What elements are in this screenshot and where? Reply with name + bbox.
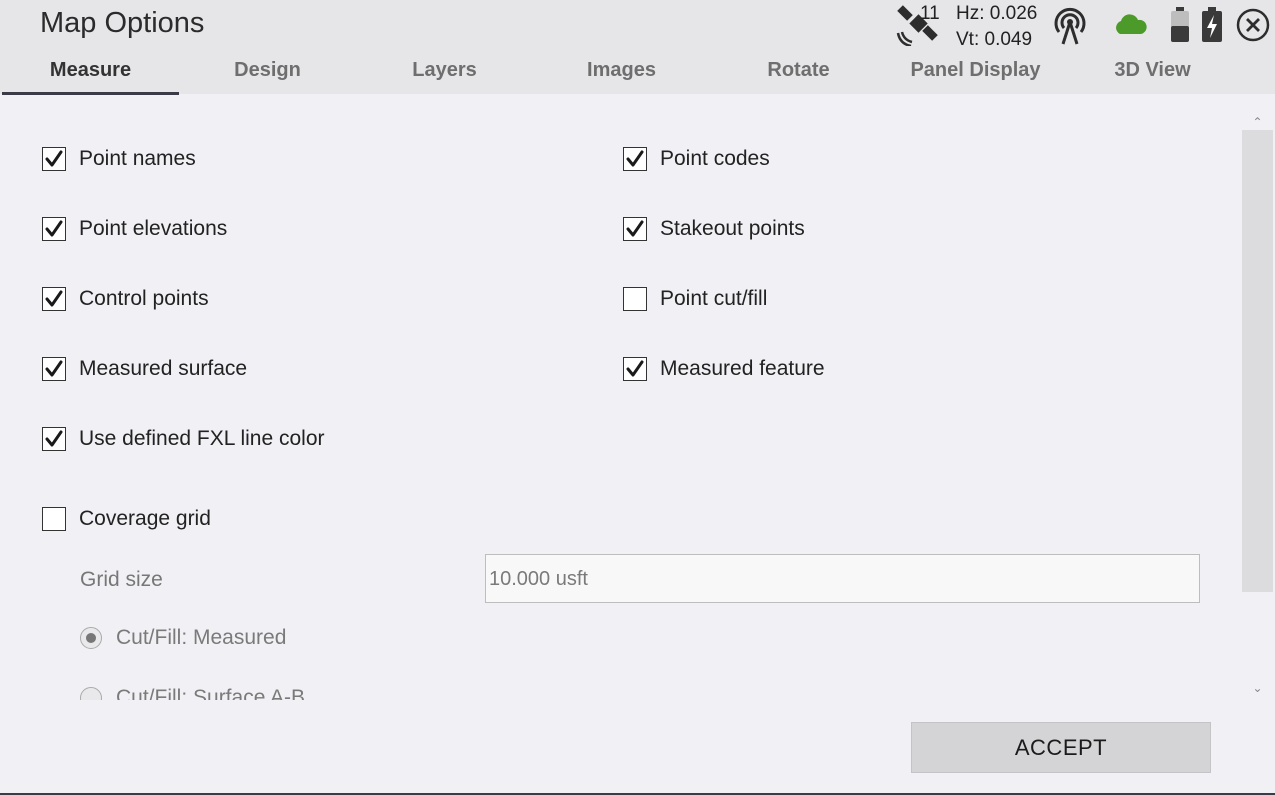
options-panel: Point names Point codes Point elevations… <box>0 94 1240 700</box>
checkbox[interactable] <box>623 217 647 241</box>
close-icon[interactable] <box>1236 8 1270 42</box>
precision-readout: Hz: 0.026 Vt: 0.049 <box>956 1 1037 53</box>
tab-rotate[interactable]: Rotate <box>710 50 887 92</box>
radio-button[interactable] <box>80 687 102 700</box>
hz-precision: Hz: 0.026 <box>956 3 1038 24</box>
tab-3d-view[interactable]: 3D View <box>1064 50 1241 92</box>
checkbox[interactable] <box>42 427 66 451</box>
option-stakeout-points[interactable]: Stakeout points <box>623 214 805 244</box>
radio-label: Cut/Fill: Surface A-B <box>116 686 306 700</box>
option-coverage-grid[interactable]: Coverage grid <box>42 504 211 534</box>
vertical-scrollbar[interactable]: ⌃ ⌄ <box>1242 114 1273 698</box>
top-bar: Map Options 11 Hz: 0.026 Vt: 0.049 Measu… <box>0 0 1275 95</box>
grid-size-input[interactable]: 10.000 usft <box>485 554 1200 603</box>
grid-size-label: Grid size <box>80 568 163 591</box>
option-label: Point names <box>79 147 196 170</box>
checkbox[interactable] <box>42 357 66 381</box>
scroll-up-arrow[interactable]: ⌃ <box>1242 114 1273 130</box>
accept-button[interactable]: ACCEPT <box>911 722 1211 773</box>
window-title: Map Options <box>40 7 205 39</box>
radio-button[interactable] <box>80 627 102 649</box>
checkbox[interactable] <box>42 507 66 531</box>
scroll-thumb[interactable] <box>1242 130 1273 592</box>
checkbox[interactable] <box>623 147 647 171</box>
tab-bar: Measure Design Layers Images Rotate Pane… <box>2 50 1272 95</box>
option-label: Coverage grid <box>79 507 211 530</box>
option-point-cut-fill[interactable]: Point cut/fill <box>623 284 767 314</box>
option-point-names[interactable]: Point names <box>42 144 196 174</box>
option-label: Control points <box>79 287 209 310</box>
tab-design[interactable]: Design <box>179 50 356 92</box>
checkbox[interactable] <box>42 287 66 311</box>
option-label: Point cut/fill <box>660 287 768 310</box>
radio-cut-fill-surface[interactable]: Cut/Fill: Surface A-B <box>80 686 305 700</box>
satellite-count: 11 <box>920 3 940 24</box>
option-point-elevations[interactable]: Point elevations <box>42 214 227 244</box>
battery-charging-icon[interactable] <box>1200 7 1224 43</box>
option-label: Point elevations <box>79 217 228 240</box>
option-label: Point codes <box>660 147 770 170</box>
radio-label: Cut/Fill: Measured <box>116 626 287 649</box>
cloud-icon[interactable] <box>1113 12 1147 36</box>
option-control-points[interactable]: Control points <box>42 284 209 314</box>
option-label: Measured surface <box>79 357 248 380</box>
tab-panel-display[interactable]: Panel Display <box>887 50 1064 92</box>
scroll-down-arrow[interactable]: ⌄ <box>1242 680 1273 696</box>
radio-signal-icon[interactable] <box>1050 6 1090 46</box>
option-label: Use defined FXL line color <box>79 427 325 450</box>
tab-images[interactable]: Images <box>533 50 710 92</box>
option-label: Measured feature <box>660 357 825 380</box>
battery-icon[interactable] <box>1170 7 1190 43</box>
checkbox[interactable] <box>623 287 647 311</box>
tab-layers[interactable]: Layers <box>356 50 533 92</box>
option-fxl-line-color[interactable]: Use defined FXL line color <box>42 424 325 454</box>
checkbox[interactable] <box>42 147 66 171</box>
tab-measure[interactable]: Measure <box>2 50 179 95</box>
option-label: Stakeout points <box>660 217 805 240</box>
option-measured-feature[interactable]: Measured feature <box>623 354 825 384</box>
option-measured-surface[interactable]: Measured surface <box>42 354 247 384</box>
checkbox[interactable] <box>623 357 647 381</box>
radio-cut-fill-measured[interactable]: Cut/Fill: Measured <box>80 626 286 650</box>
checkbox[interactable] <box>42 217 66 241</box>
option-point-codes[interactable]: Point codes <box>623 144 770 174</box>
